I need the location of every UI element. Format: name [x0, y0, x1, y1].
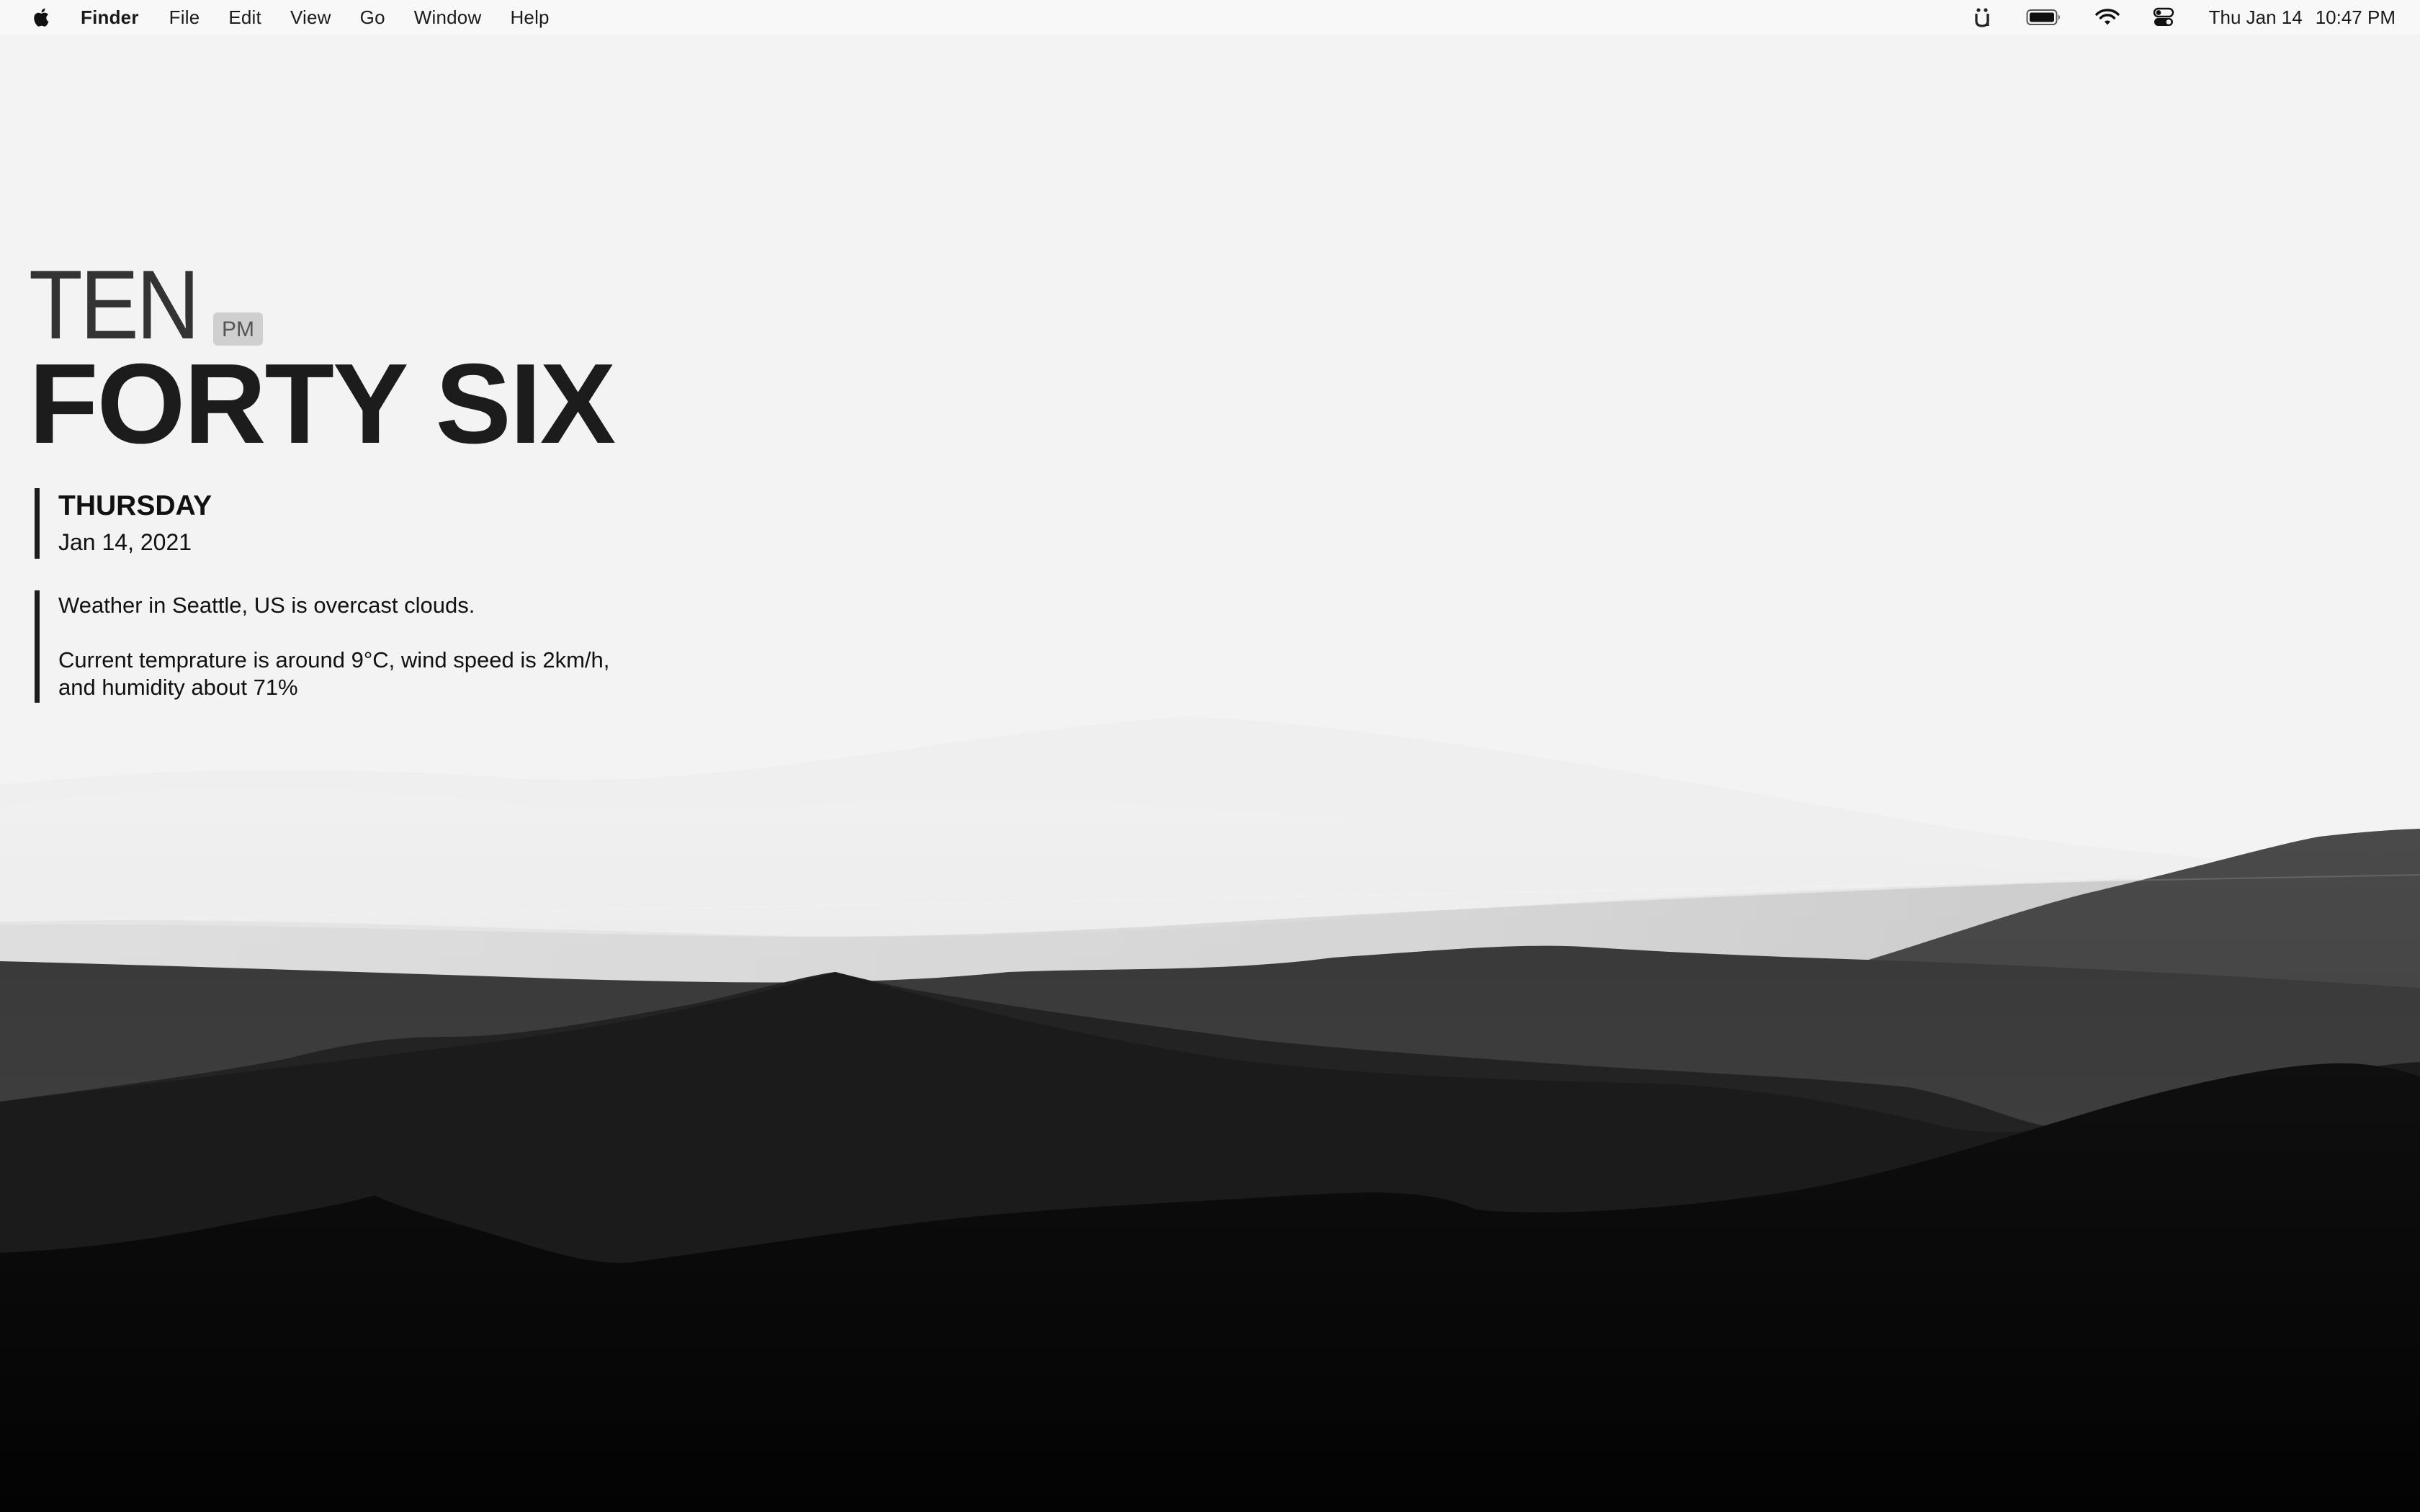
menu-view[interactable]: View: [290, 6, 331, 29]
menu-bar-clock[interactable]: Thu Jan 14 10:47 PM: [2209, 6, 2396, 29]
mountain-wallpaper: [0, 716, 2420, 1512]
menu-window[interactable]: Window: [414, 6, 482, 29]
weather-details-line1: Current temprature is around 9°C, wind s…: [58, 647, 610, 672]
wifi-icon[interactable]: [2094, 8, 2120, 27]
menu-go[interactable]: Go: [360, 6, 385, 29]
clock-weather-widget: TEN PM FORTY SIX THURSDAY Jan 14, 2021 W…: [29, 250, 649, 703]
clock-date: Thu Jan 14: [2208, 6, 2303, 28]
menu-bar-right: Thu Jan 14 10:47 PM: [1974, 0, 2420, 35]
menu-app-name[interactable]: Finder: [81, 6, 139, 29]
weather-details: Current temprature is around 9°C, wind s…: [58, 647, 649, 701]
control-center-icon[interactable]: [2153, 7, 2174, 27]
menu-bar-left: Finder File Edit View Go Window Help: [0, 0, 578, 35]
menu-bar: Finder File Edit View Go Window Help Thu…: [0, 0, 2420, 35]
menu-help[interactable]: Help: [510, 6, 549, 29]
date-label: Jan 14, 2021: [58, 529, 192, 555]
menu-edit[interactable]: Edit: [228, 6, 261, 29]
battery-icon[interactable]: [2026, 9, 2062, 26]
desktop: Finder File Edit View Go Window Help Thu…: [0, 0, 2420, 1512]
hour-words: TEN: [29, 250, 200, 359]
weather-summary: Weather in Seattle, US is overcast cloud…: [58, 593, 475, 618]
weather-details-line2: and humidity about 71%: [58, 675, 298, 700]
apple-logo-icon[interactable]: [30, 6, 50, 29]
date-block: THURSDAY Jan 14, 2021: [35, 488, 649, 559]
menu-file[interactable]: File: [169, 6, 200, 29]
clock-time: 10:47 PM: [2315, 6, 2396, 28]
weekday-label: THURSDAY: [58, 490, 212, 521]
ubersicht-icon[interactable]: [1974, 7, 1990, 27]
minute-words: FORTY SIX: [29, 341, 616, 467]
hour-row: TEN PM: [29, 250, 649, 359]
weather-block: Weather in Seattle, US is overcast cloud…: [35, 590, 649, 703]
